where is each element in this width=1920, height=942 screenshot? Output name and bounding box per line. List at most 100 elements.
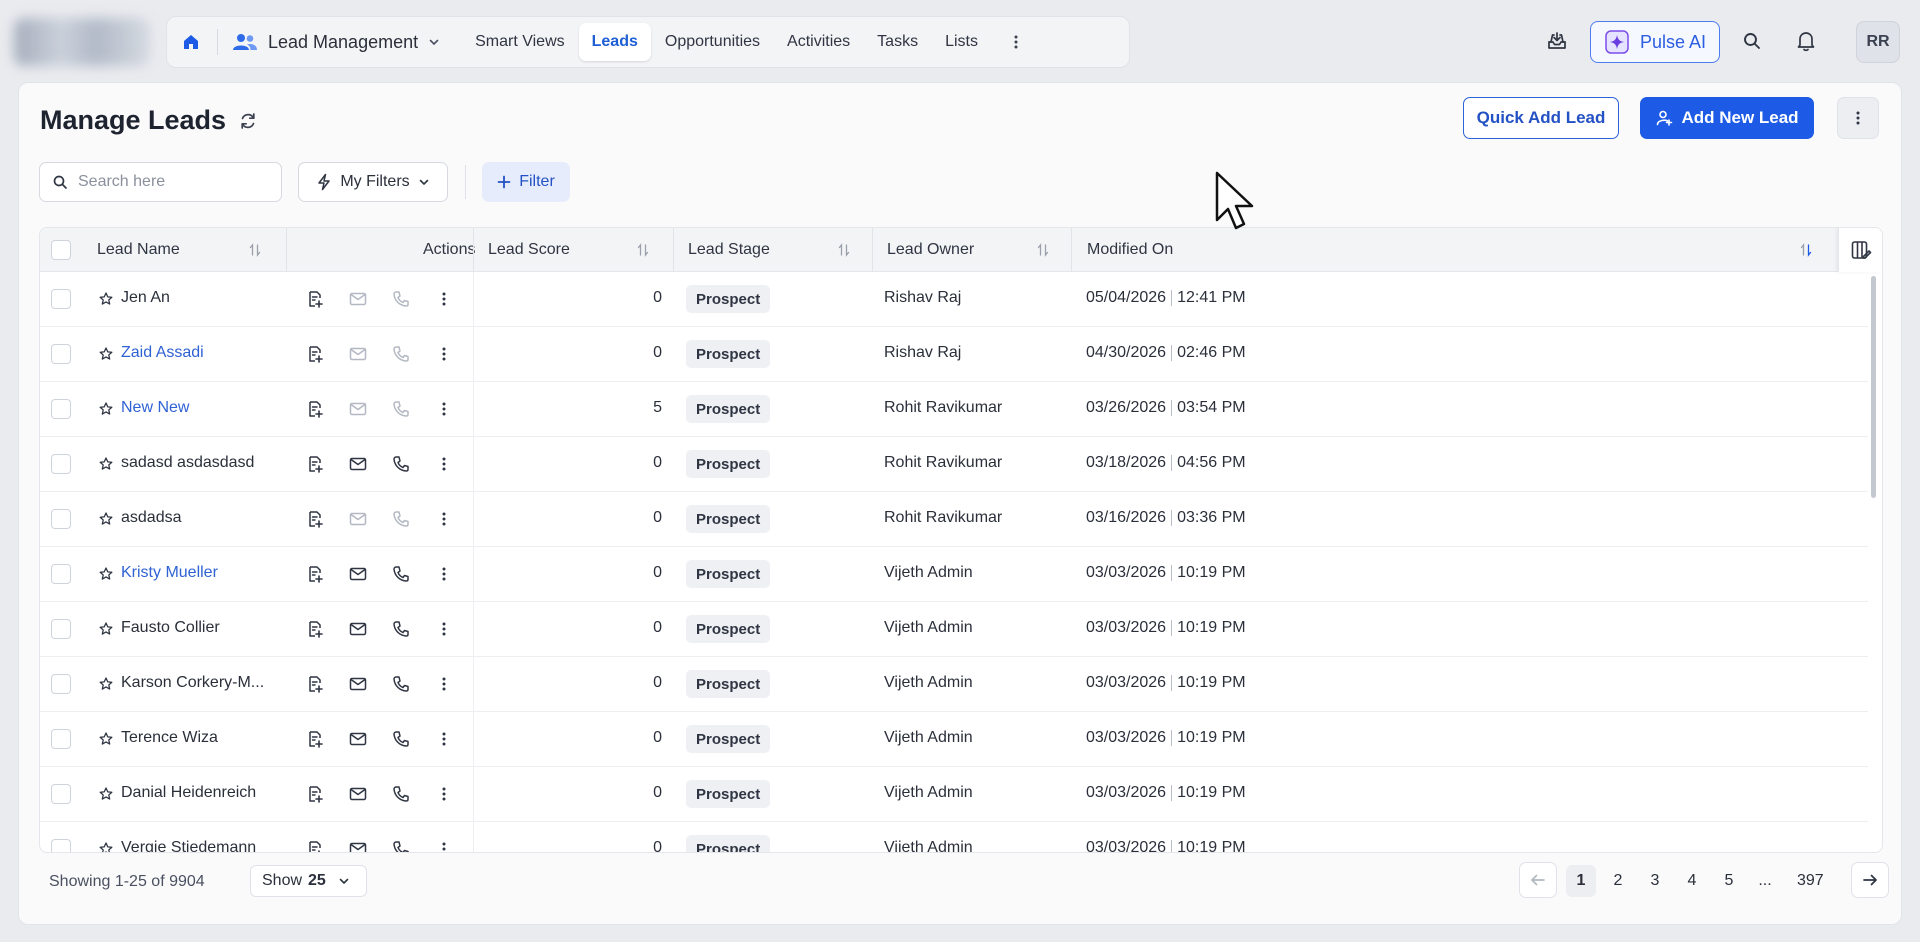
star-icon[interactable] bbox=[98, 291, 114, 307]
page-3[interactable]: 3 bbox=[1640, 865, 1670, 897]
sort-icon[interactable] bbox=[248, 242, 262, 258]
add-note-icon[interactable] bbox=[305, 289, 325, 309]
table-row[interactable]: Danial Heidenreich 0 Prospect Vijeth Admin 0… bbox=[40, 767, 1868, 822]
phone-icon[interactable] bbox=[391, 729, 411, 749]
lead-name[interactable]: Terence Wiza bbox=[121, 729, 218, 747]
star-icon[interactable] bbox=[98, 731, 114, 747]
downloads-button[interactable] bbox=[1540, 24, 1574, 58]
quick-add-lead-button[interactable]: Quick Add Lead bbox=[1463, 97, 1619, 139]
add-note-icon[interactable] bbox=[305, 674, 325, 694]
star-icon[interactable] bbox=[98, 621, 114, 637]
email-icon[interactable] bbox=[348, 619, 368, 639]
page-1[interactable]: 1 bbox=[1566, 865, 1596, 897]
lead-name[interactable]: Danial Heidenreich bbox=[121, 784, 256, 802]
star-icon[interactable] bbox=[98, 456, 114, 472]
kebab-icon[interactable] bbox=[434, 289, 454, 309]
sort-descending-icon[interactable] bbox=[1799, 242, 1813, 258]
select-all-checkbox[interactable] bbox=[51, 240, 71, 260]
column-settings-button[interactable] bbox=[1838, 228, 1882, 272]
kebab-icon[interactable] bbox=[434, 839, 454, 853]
star-icon[interactable] bbox=[98, 841, 114, 853]
row-checkbox[interactable] bbox=[51, 784, 71, 804]
page-last[interactable]: 397 bbox=[1791, 865, 1830, 897]
tab-opportunities[interactable]: Opportunities bbox=[652, 23, 773, 61]
row-checkbox[interactable] bbox=[51, 564, 71, 584]
previous-page-button[interactable] bbox=[1519, 862, 1557, 898]
user-avatar[interactable]: RR bbox=[1856, 21, 1900, 63]
email-icon[interactable] bbox=[348, 784, 368, 804]
table-row[interactable]: Jen An 0 Prospect Rishav Raj 05/04/2026 12:41… bbox=[40, 272, 1868, 327]
kebab-icon[interactable] bbox=[434, 619, 454, 639]
next-page-button[interactable] bbox=[1851, 862, 1889, 898]
my-filters-dropdown[interactable]: My Filters bbox=[298, 162, 448, 202]
nav-more-button[interactable] bbox=[998, 23, 1034, 61]
add-note-icon[interactable] bbox=[305, 454, 325, 474]
lead-name[interactable]: Fausto Collier bbox=[121, 619, 220, 637]
search-input[interactable] bbox=[78, 173, 258, 191]
add-note-icon[interactable] bbox=[305, 509, 325, 529]
sort-icon[interactable] bbox=[636, 242, 650, 258]
row-checkbox[interactable] bbox=[51, 399, 71, 419]
kebab-icon[interactable] bbox=[434, 344, 454, 364]
add-note-icon[interactable] bbox=[305, 344, 325, 364]
add-note-icon[interactable] bbox=[305, 619, 325, 639]
sort-icon[interactable] bbox=[837, 242, 851, 258]
lead-name[interactable]: Zaid Assadi bbox=[121, 344, 204, 362]
table-row[interactable]: asdadsa 0 Prospect Rohit Ravikumar 03/16/202… bbox=[40, 492, 1868, 547]
add-note-icon[interactable] bbox=[305, 839, 325, 853]
more-actions-button[interactable] bbox=[1837, 97, 1879, 139]
lead-name[interactable]: Karson Corkery-M... bbox=[121, 674, 264, 692]
tab-smart-views[interactable]: Smart Views bbox=[462, 23, 578, 61]
add-new-lead-button[interactable]: Add New Lead bbox=[1640, 97, 1814, 139]
kebab-icon[interactable] bbox=[434, 399, 454, 419]
search-button[interactable] bbox=[1735, 24, 1769, 58]
add-note-icon[interactable] bbox=[305, 399, 325, 419]
add-note-icon[interactable] bbox=[305, 564, 325, 584]
star-icon[interactable] bbox=[98, 566, 114, 582]
table-row[interactable]: New New 5 Prospect Rohit Ravikumar 03/26/202… bbox=[40, 382, 1868, 437]
lead-name[interactable]: asdadsa bbox=[121, 509, 182, 527]
page-4[interactable]: 4 bbox=[1677, 865, 1707, 897]
tab-lists[interactable]: Lists bbox=[932, 23, 991, 61]
table-row[interactable]: Karson Corkery-M... 0 Prospect Vijeth Admin… bbox=[40, 657, 1868, 712]
star-icon[interactable] bbox=[98, 346, 114, 362]
phone-icon[interactable] bbox=[391, 839, 411, 853]
lead-name[interactable]: Vergie Stiedemann bbox=[121, 839, 256, 852]
column-lead-stage[interactable]: Lead Stage bbox=[688, 228, 770, 272]
column-lead-score[interactable]: Lead Score bbox=[488, 228, 570, 272]
page-size-select[interactable]: Show 25 bbox=[250, 865, 367, 897]
row-checkbox[interactable] bbox=[51, 729, 71, 749]
kebab-icon[interactable] bbox=[434, 729, 454, 749]
kebab-icon[interactable] bbox=[434, 564, 454, 584]
star-icon[interactable] bbox=[98, 401, 114, 417]
pulse-ai-button[interactable]: Pulse AI bbox=[1590, 21, 1720, 63]
add-note-icon[interactable] bbox=[305, 784, 325, 804]
row-checkbox[interactable] bbox=[51, 454, 71, 474]
add-note-icon[interactable] bbox=[305, 729, 325, 749]
app-switcher[interactable]: Lead Management bbox=[226, 22, 452, 62]
table-row[interactable]: Zaid Assadi 0 Prospect Rishav Raj 04/30/2026… bbox=[40, 327, 1868, 382]
email-icon[interactable] bbox=[348, 729, 368, 749]
email-icon[interactable] bbox=[348, 839, 368, 853]
table-row[interactable]: sadasd asdasdasd 0 Prospect Rohit Ravikumar… bbox=[40, 437, 1868, 492]
row-checkbox[interactable] bbox=[51, 619, 71, 639]
phone-icon[interactable] bbox=[391, 619, 411, 639]
star-icon[interactable] bbox=[98, 786, 114, 802]
lead-name[interactable]: Jen An bbox=[121, 289, 170, 307]
table-row[interactable]: Vergie Stiedemann 0 Prospect Vijeth Admin 03… bbox=[40, 822, 1868, 853]
refresh-icon[interactable] bbox=[237, 110, 259, 132]
phone-icon[interactable] bbox=[391, 564, 411, 584]
row-checkbox[interactable] bbox=[51, 509, 71, 529]
kebab-icon[interactable] bbox=[434, 784, 454, 804]
table-row[interactable]: Fausto Collier 0 Prospect Vijeth Admin 03/03… bbox=[40, 602, 1868, 657]
row-checkbox[interactable] bbox=[51, 839, 71, 852]
kebab-icon[interactable] bbox=[434, 674, 454, 694]
filter-button[interactable]: Filter bbox=[482, 162, 570, 202]
column-modified-on[interactable]: Modified On bbox=[1087, 228, 1173, 272]
star-icon[interactable] bbox=[98, 676, 114, 692]
table-row[interactable]: Kristy Mueller 0 Prospect Vijeth Admin 03/03… bbox=[40, 547, 1868, 602]
lead-name[interactable]: New New bbox=[121, 399, 189, 417]
kebab-icon[interactable] bbox=[434, 509, 454, 529]
email-icon[interactable] bbox=[348, 674, 368, 694]
sort-icon[interactable] bbox=[1036, 242, 1050, 258]
